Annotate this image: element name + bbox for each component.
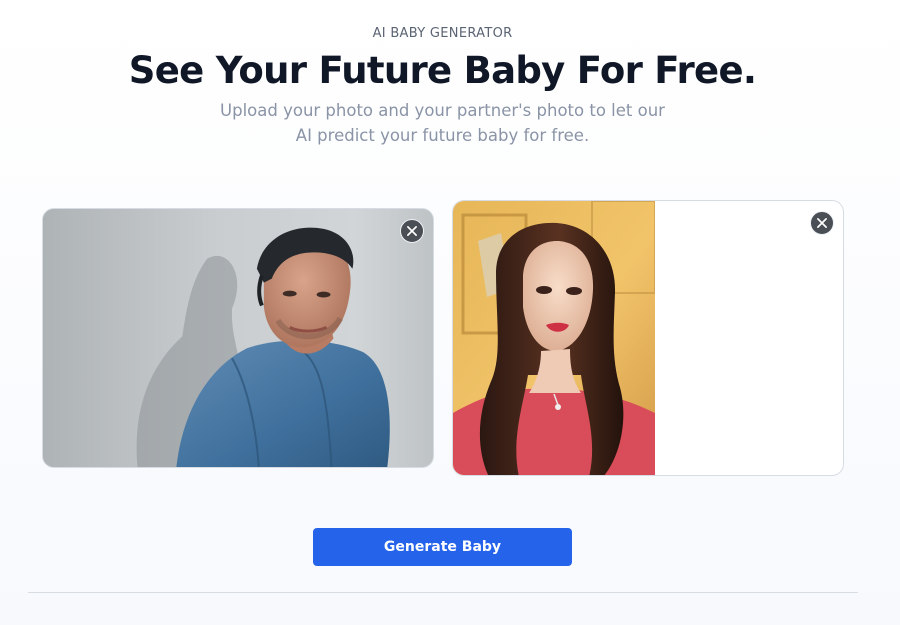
close-icon	[407, 226, 417, 236]
section-divider	[28, 592, 858, 593]
baby-generator-page: AI BABY GENERATOR See Your Future Baby F…	[0, 0, 900, 625]
partner-2-photo	[453, 201, 655, 475]
remove-photo-button-partner-2[interactable]	[810, 211, 834, 235]
partner-1-photo	[43, 209, 433, 467]
upload-card-partner-2[interactable]	[452, 200, 844, 476]
section-eyebrow: AI BABY GENERATOR	[372, 26, 513, 41]
generate-baby-button[interactable]: Generate Baby	[313, 528, 572, 566]
remove-photo-button-partner-1[interactable]	[400, 219, 424, 243]
page-subtitle: Upload your photo and your partner's pho…	[220, 101, 665, 145]
page-title: See Your Future Baby For Free.	[128, 49, 757, 92]
upload-card-partner-1[interactable]	[42, 208, 434, 468]
close-icon	[817, 218, 827, 228]
